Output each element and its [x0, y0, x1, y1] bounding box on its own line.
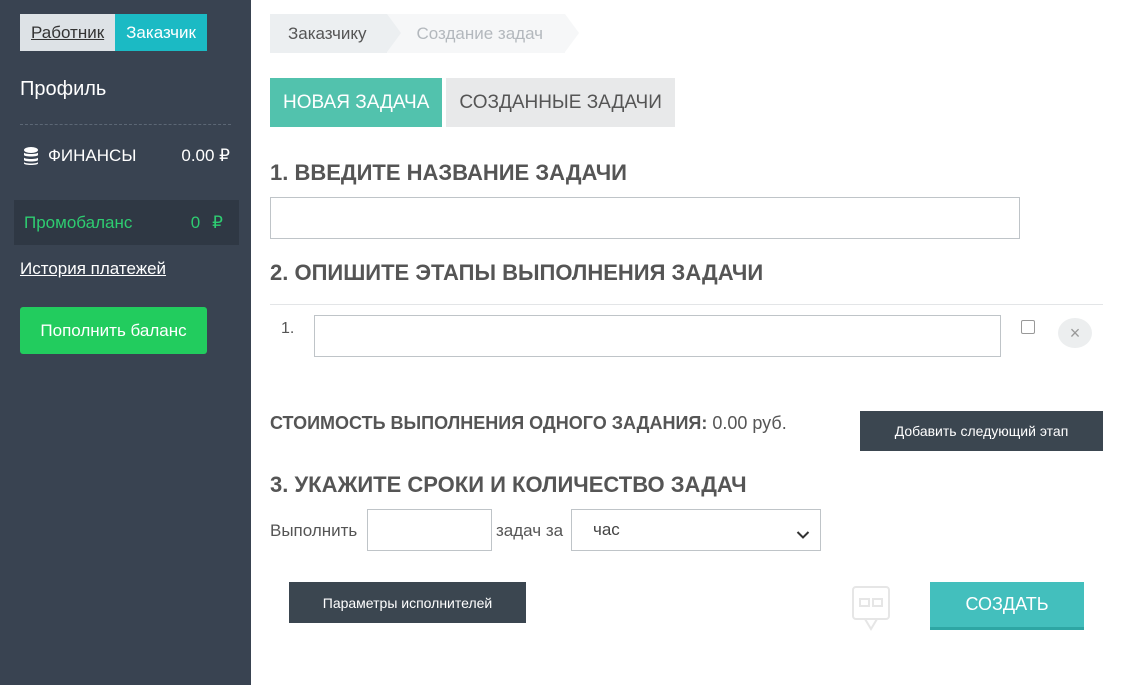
section-title-schedule: 3. УКАЖИТЕ СРОКИ И КОЛИЧЕСТВО ЗАДАЧ	[270, 472, 747, 497]
add-stage-button[interactable]: Добавить следующий этап	[860, 411, 1103, 451]
role-customer-button[interactable]: Заказчик	[115, 14, 207, 51]
breadcrumb: Заказчику Создание задач	[270, 14, 579, 53]
breadcrumb-customer[interactable]: Заказчику	[270, 14, 400, 53]
period-select[interactable]: час	[571, 509, 821, 551]
promo-label: Промобаланс	[24, 212, 133, 232]
stages-divider	[270, 304, 1103, 305]
promo-currency: ₽	[212, 212, 223, 232]
cost-value: 0.00 руб.	[712, 413, 787, 433]
execute-label: Выполнить	[270, 521, 358, 540]
task-name-input[interactable]	[270, 197, 1020, 239]
tabs: НОВАЯ ЗАДАЧА СОЗДАННЫЕ ЗАДАЧИ	[270, 78, 675, 127]
watermark-logo-icon	[851, 585, 891, 631]
executor-params-button[interactable]: Параметры исполнителей	[289, 582, 526, 623]
promo-balance-row: Промобаланс 0 ₽	[14, 200, 239, 245]
finance-row: ФИНАНСЫ 0.00 ₽	[22, 143, 230, 169]
stage-checkbox[interactable]	[1021, 320, 1035, 334]
role-switch: Работник Заказчик	[20, 14, 207, 51]
period-select-value: час	[593, 520, 620, 539]
sidebar-divider	[20, 124, 231, 125]
tab-created-tasks[interactable]: СОЗДАННЫЕ ЗАДАЧИ	[446, 78, 675, 127]
section-title-stages: 2. ОПИШИТЕ ЭТАПЫ ВЫПОЛНЕНИЯ ЗАДАЧИ	[270, 260, 764, 285]
cost-info: СТОИМОСТЬ ВЫПОЛНЕНИЯ ОДНОГО ЗАДАНИЯ: 0.0…	[270, 413, 787, 434]
topup-balance-button[interactable]: Пополнить баланс	[20, 307, 207, 354]
breadcrumb-create-tasks: Создание задач	[386, 14, 579, 53]
cost-label: СТОИМОСТЬ ВЫПОЛНЕНИЯ ОДНОГО ЗАДАНИЯ:	[270, 413, 708, 433]
stage-number: 1.	[281, 320, 295, 337]
per-label: задач за	[496, 521, 564, 540]
finance-label: ФИНАНСЫ	[48, 146, 137, 165]
payment-history-link[interactable]: История платежей	[20, 259, 166, 279]
task-count-input[interactable]	[367, 509, 492, 551]
profile-link[interactable]: Профиль	[20, 78, 106, 101]
close-icon: ×	[1069, 323, 1081, 343]
finance-value: 0.00 ₽	[181, 146, 230, 165]
tab-new-task[interactable]: НОВАЯ ЗАДАЧА	[270, 78, 443, 127]
section-title-name: 1. ВВЕДИТЕ НАЗВАНИЕ ЗАДАЧИ	[270, 160, 627, 185]
promo-value: 0	[190, 212, 201, 232]
coins-icon	[22, 146, 40, 166]
stage-description-input[interactable]	[314, 315, 1001, 357]
role-worker-button[interactable]: Работник	[20, 14, 116, 51]
chevron-down-icon	[796, 525, 810, 539]
remove-stage-button[interactable]: ×	[1058, 318, 1092, 348]
sidebar: Работник Заказчик Профиль ФИНАНСЫ 0.00 ₽…	[0, 0, 251, 685]
create-button[interactable]: СОЗДАТЬ	[930, 582, 1084, 630]
